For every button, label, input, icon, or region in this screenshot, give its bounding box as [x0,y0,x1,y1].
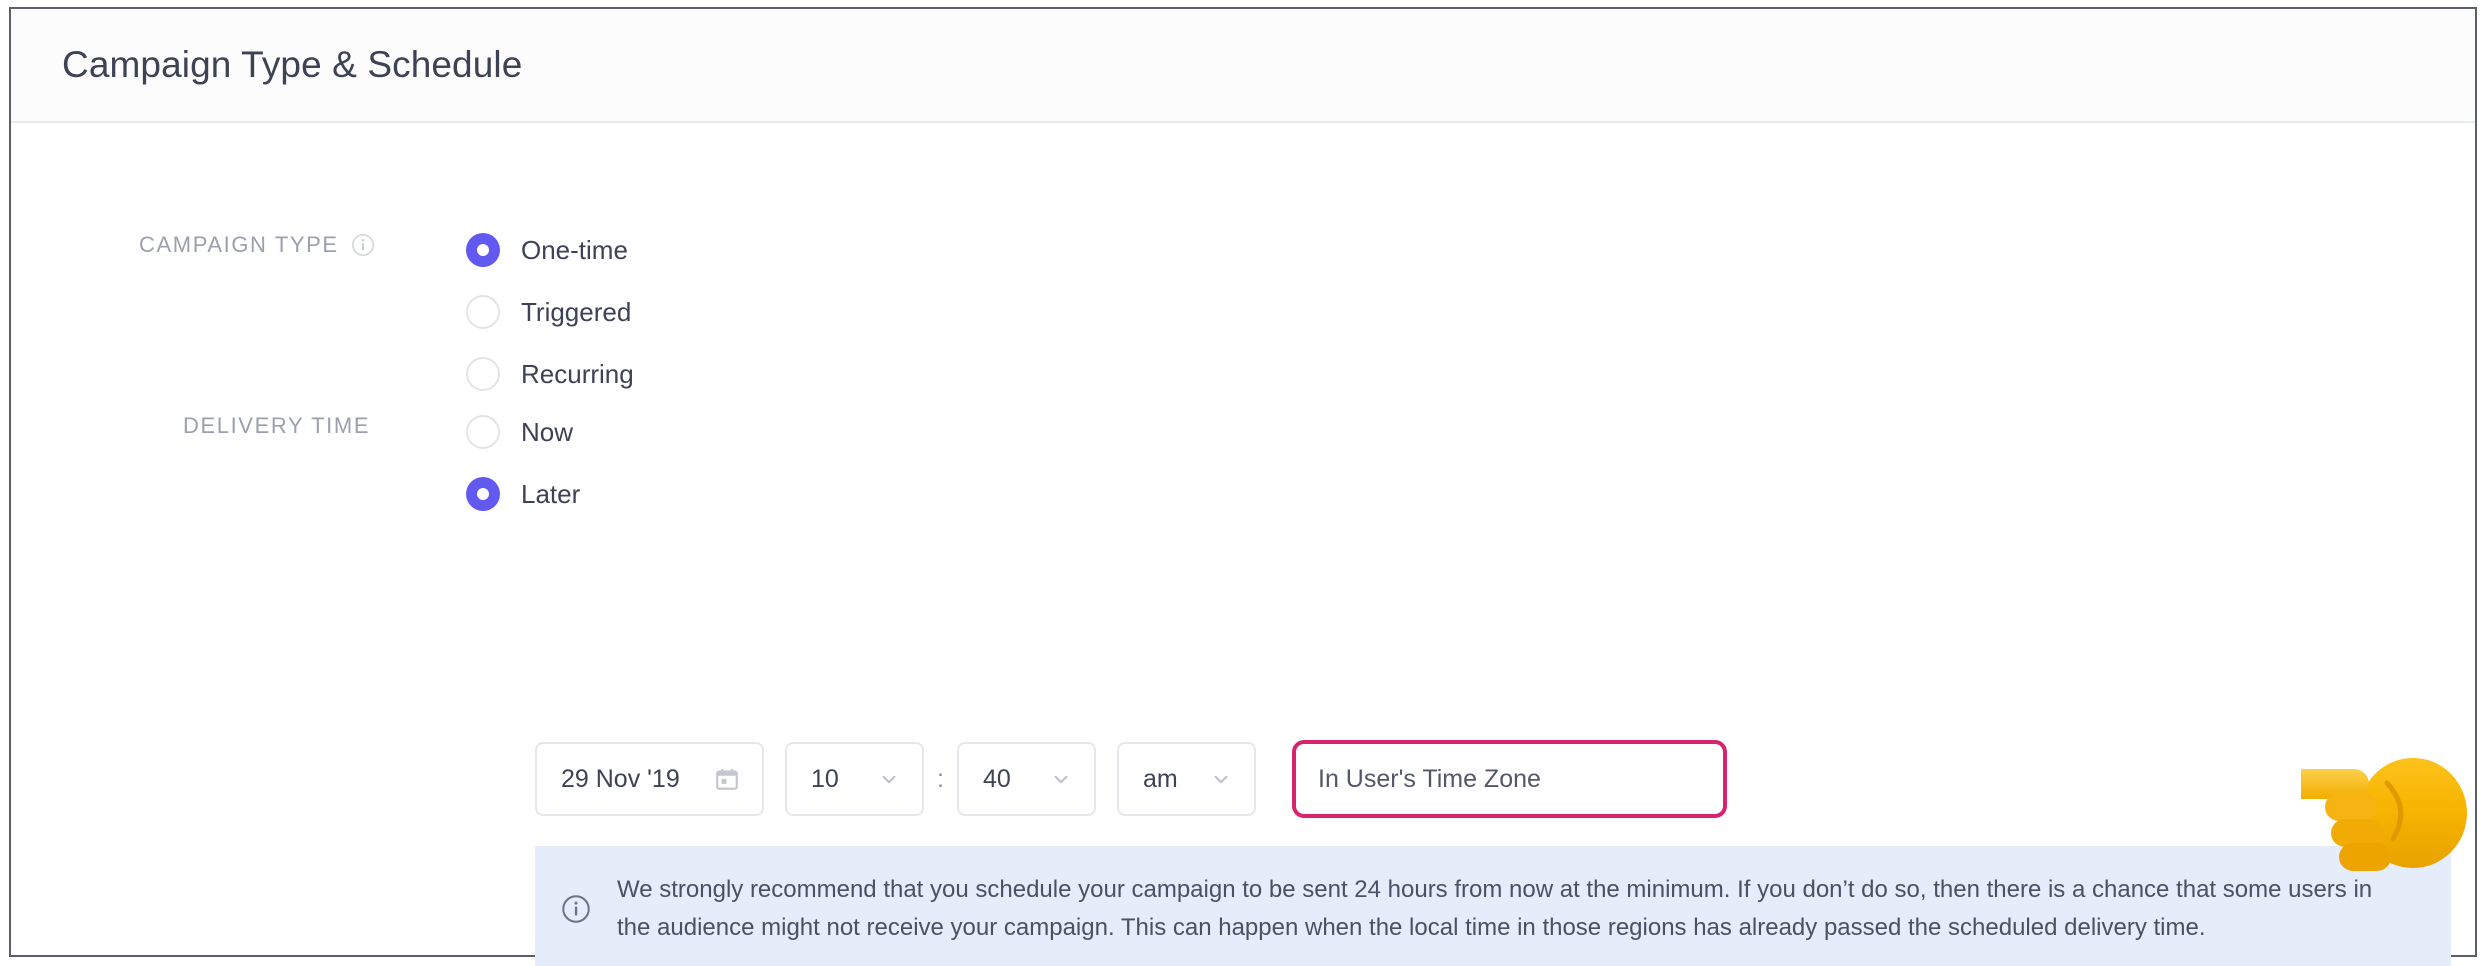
radio-label-later: Later [521,478,581,509]
panel-header: Campaign Type & Schedule [11,9,2475,123]
radio-label-triggered: Triggered [521,296,632,327]
info-circle-icon [561,894,591,924]
campaign-type-radio-group: One-time Triggered Recurring [466,219,634,405]
delivery-time-radio-group: Now Later [466,401,580,525]
chevron-down-icon[interactable] [1050,768,1072,790]
radio-label-now: Now [521,416,574,447]
campaign-type-schedule-panel: Campaign Type & Schedule CAMPAIGN TYPE O… [9,7,2477,966]
campaign-type-label: CAMPAIGN TYPE [139,232,375,258]
radio-indicator-now[interactable] [466,415,500,449]
panel-body: CAMPAIGN TYPE One-time Triggered Recurri… [11,123,2475,966]
hour-select[interactable]: 10 [785,742,924,816]
radio-indicator-later[interactable] [466,477,500,511]
date-input[interactable]: 29 Nov '19 [535,742,764,816]
timezone-select[interactable]: In User's Time Zone [1292,740,1727,818]
schedule-info-banner-text: We strongly recommend that you schedule … [617,875,2373,941]
radio-label-recurring: Recurring [521,358,634,389]
schedule-info-banner: We strongly recommend that you schedule … [535,846,2451,966]
hour-select-value: 10 [811,764,839,793]
campaign-schedule-screen: Campaign Type & Schedule CAMPAIGN TYPE O… [0,0,2486,966]
radio-option-one-time[interactable]: One-time [466,219,634,281]
delivery-time-label-text: DELIVERY TIME [183,413,371,438]
delivery-time-label: DELIVERY TIME [183,413,370,439]
calendar-icon[interactable] [714,766,740,792]
chevron-down-icon[interactable] [1210,768,1232,790]
campaign-type-label-text: CAMPAIGN TYPE [139,232,339,257]
radio-indicator-triggered[interactable] [466,295,500,329]
schedule-input-row: 29 Nov '19 10: 40 am In User's Time Zon… [535,740,1727,818]
page-title: Campaign Type & Schedule [62,44,523,85]
radio-option-now[interactable]: Now [466,401,580,463]
minute-select[interactable]: 40 [957,742,1096,816]
time-separator: : [937,764,944,793]
timezone-select-value: In User's Time Zone [1318,764,1541,793]
info-circle-icon[interactable] [351,233,375,257]
chevron-down-icon[interactable] [878,768,900,790]
radio-option-later[interactable]: Later [466,463,580,525]
minute-select-value: 40 [983,764,1011,793]
date-input-value: 29 Nov '19 [561,764,680,793]
radio-option-recurring[interactable]: Recurring [466,343,634,405]
radio-indicator-recurring[interactable] [466,357,500,391]
radio-label-one-time: One-time [521,234,628,265]
radio-indicator-one-time[interactable] [466,233,500,267]
meridiem-select-value: am [1143,764,1178,793]
radio-option-triggered[interactable]: Triggered [466,281,634,343]
meridiem-select[interactable]: am [1117,742,1256,816]
